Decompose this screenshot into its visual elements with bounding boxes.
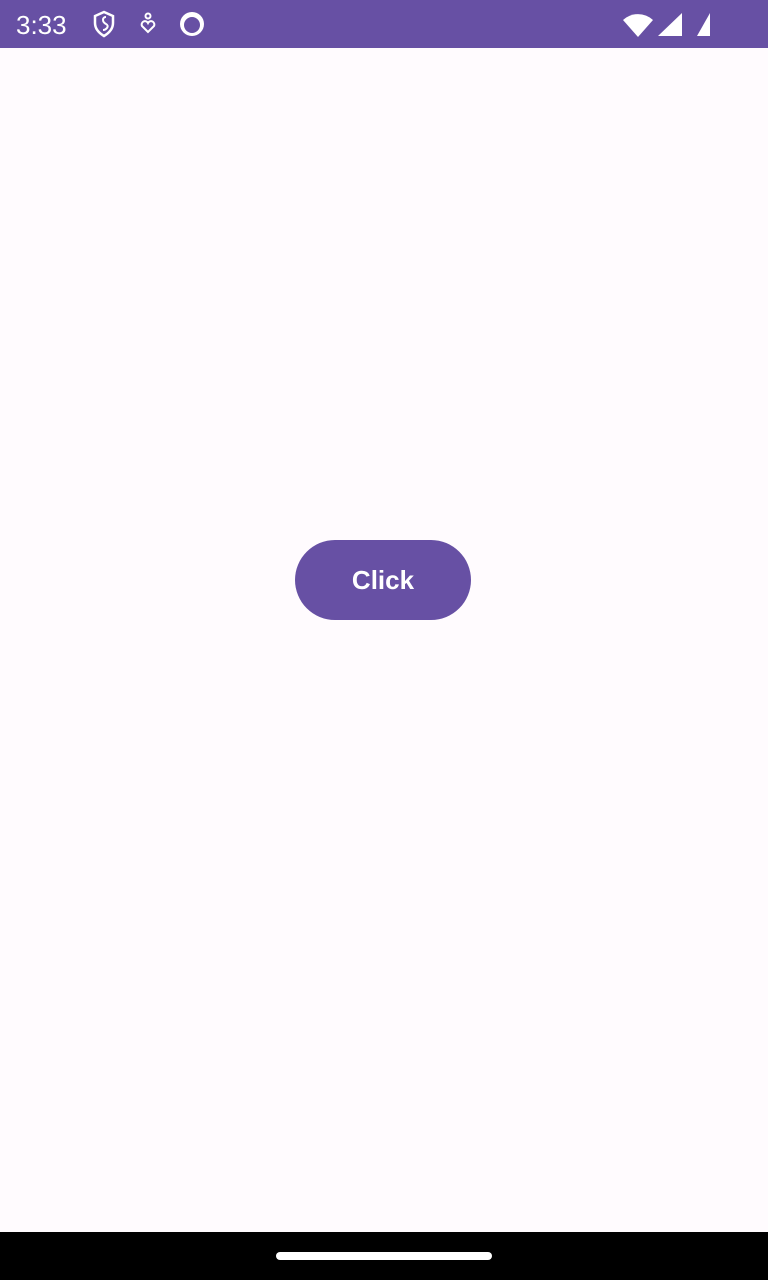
signal-icon-2 xyxy=(697,13,710,36)
navigation-bar xyxy=(0,1232,768,1280)
status-bar: 3:33 xyxy=(0,0,768,48)
download-heart-icon xyxy=(140,12,156,34)
wifi-icon xyxy=(623,14,653,38)
cat-icon xyxy=(180,12,204,36)
status-time: 3:33 xyxy=(16,10,67,40)
click-button[interactable]: Click xyxy=(295,540,471,620)
shield-icon xyxy=(93,10,115,38)
home-handle[interactable] xyxy=(276,1252,492,1260)
signal-icon xyxy=(658,13,682,36)
